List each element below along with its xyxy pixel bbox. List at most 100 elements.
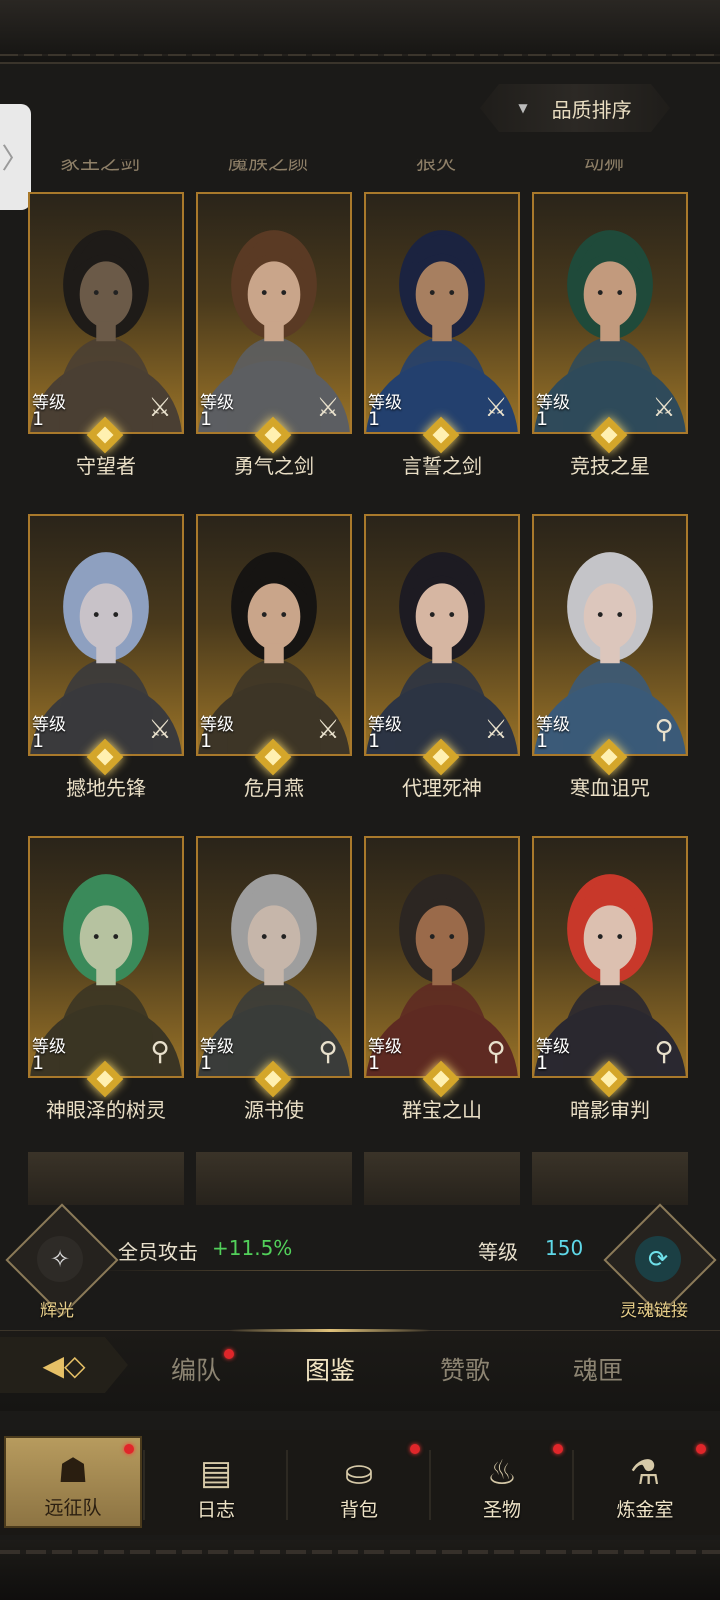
level-value: 1 (200, 730, 213, 752)
nav-separator (572, 1450, 574, 1520)
nav-separator (429, 1450, 431, 1520)
hero-name: 代理死神 (402, 776, 482, 800)
hero-name: 言誓之剑 (402, 454, 482, 478)
hero-card[interactable]: 等级 1 ⚲ 神眼泽的树灵 (28, 836, 184, 1134)
notification-dot (410, 1444, 420, 1454)
nav-label: 日志 (196, 1499, 235, 1521)
nav-label: 圣物 (482, 1499, 521, 1521)
hero-card[interactable]: 等级 1 ⚲ 群宝之山 (364, 836, 520, 1134)
hero-card[interactable]: 等级 1 ⚔ 危月燕 (196, 514, 352, 812)
level-value: 1 (536, 730, 549, 752)
bottom-nav: ☗ 远征队 ▤ 日志 ⛀ 背包 ♨ 圣物 ⚗ 炼金室 (0, 1430, 720, 1535)
hero-portrait-partial[interactable] (364, 1152, 520, 1205)
back-button[interactable]: ◀◇ (0, 1337, 128, 1393)
staff-icon: ⚲ (654, 1037, 674, 1067)
hero-portrait-partial[interactable] (28, 1152, 184, 1205)
nav-separator (286, 1450, 288, 1520)
nav-label: 炼金室 (616, 1499, 674, 1521)
sword-icon: ⚔ (652, 393, 676, 423)
staff-icon: ⚲ (318, 1037, 338, 1067)
collection-stat-bar: ✧ 辉光 全员攻击 +11.5% 等级 150 ⟳ 灵魂链接 (0, 1203, 720, 1321)
hero-card[interactable]: 等级 1 ⚔ 代理死神 (364, 514, 520, 812)
bottom-frame (0, 1540, 720, 1600)
nav-item-map[interactable]: ▤ 日志 (147, 1436, 285, 1528)
hero-name: 勇气之剑 (234, 454, 314, 478)
hero-card[interactable]: 等级 1 ⚔ 撼地先锋 (28, 514, 184, 812)
nav-item-alchemy[interactable]: ⚗ 炼金室 (576, 1436, 714, 1528)
staff-icon: ⚲ (654, 715, 674, 745)
notification-dot (224, 1349, 234, 1359)
hero-name: 撼地先锋 (66, 776, 146, 800)
notification-dot (696, 1444, 706, 1454)
hero-portrait-partial[interactable] (196, 1152, 352, 1205)
nav-label: 背包 (339, 1499, 378, 1521)
level-value: 1 (368, 1052, 381, 1074)
radiance-label: 辉光 (40, 1301, 74, 1321)
level-value: 1 (536, 1052, 549, 1074)
sort-label: 品质排序 (551, 97, 632, 122)
divider (90, 1270, 630, 1271)
hero-card[interactable]: 等级 1 ⚲ 源书使 (196, 836, 352, 1134)
hero-card[interactable]: 等级 1 ⚔ 勇气之剑 (196, 192, 352, 490)
sword-icon: ⚔ (148, 393, 172, 423)
hero-name: 神眼泽的树灵 (46, 1098, 166, 1122)
map-icon: ▤ (199, 1453, 233, 1493)
hero-name: 守望者 (76, 454, 136, 478)
tab-codex[interactable]: 图鉴 (280, 1351, 380, 1387)
tab-hymn[interactable]: 赞歌 (415, 1351, 515, 1387)
level-value: 1 (32, 1052, 45, 1074)
hero-card[interactable]: 等级 1 ⚔ 竞技之星 (532, 192, 688, 490)
staff-icon: ⚲ (150, 1037, 170, 1067)
level-value: 1 (368, 408, 381, 430)
sort-button[interactable]: ▼ 品质排序 (480, 84, 670, 132)
hero-portrait-partial[interactable] (532, 1152, 688, 1205)
sub-tab-bar: ◀◇ 编队 图鉴 赞歌 魂匣 (0, 1329, 720, 1411)
tab-soul-box[interactable]: 魂匣 (548, 1351, 648, 1387)
nav-item-backpack[interactable]: ⛀ 背包 (290, 1436, 428, 1528)
total-level-value: 150 (545, 1236, 584, 1260)
nav-separator (143, 1450, 145, 1520)
sword-icon: ⚔ (484, 715, 508, 745)
backpack-icon: ⛀ (344, 1453, 374, 1493)
hero-card[interactable]: 等级 1 ⚔ 言誓之剑 (364, 192, 520, 490)
helmet-icon: ☗ (57, 1451, 89, 1491)
ghost-name: 狼灭 (416, 150, 456, 174)
ghost-name: 动狮 (584, 150, 624, 174)
alchemy-icon: ⚗ (629, 1453, 661, 1493)
level-value: 1 (32, 408, 45, 430)
soul-link-label: 灵魂链接 (620, 1301, 688, 1321)
hero-name: 群宝之山 (402, 1098, 482, 1122)
attack-bonus-label: 全员攻击 (118, 1240, 198, 1264)
staff-icon: ⚲ (486, 1037, 506, 1067)
notification-dot (553, 1444, 563, 1454)
sword-icon: ⚔ (316, 715, 340, 745)
sword-icon: ⚔ (148, 715, 172, 745)
total-level-label: 等级 (478, 1240, 518, 1264)
sword-icon: ⚔ (484, 393, 508, 423)
nav-item-torch[interactable]: ♨ 圣物 (433, 1436, 571, 1528)
dropdown-triangle-icon: ▼ (518, 101, 528, 115)
attack-bonus-value: +11.5% (212, 1236, 293, 1260)
level-value: 1 (536, 408, 549, 430)
nav-item-helmet[interactable]: ☗ 远征队 (4, 1436, 142, 1528)
hero-name: 竞技之星 (570, 454, 650, 478)
compass-icon: ✧ (37, 1236, 83, 1282)
level-value: 1 (32, 730, 45, 752)
soul-link-icon: ⟳ (635, 1236, 681, 1282)
notification-dot (124, 1444, 134, 1454)
sword-icon: ⚔ (316, 393, 340, 423)
hero-name: 源书使 (244, 1098, 304, 1122)
top-frame (0, 0, 720, 64)
ghost-name: 魔族之颜 (228, 150, 308, 174)
torch-icon: ♨ (486, 1453, 518, 1493)
hero-card[interactable]: 等级 1 ⚔ 守望者 (28, 192, 184, 490)
level-value: 1 (200, 408, 213, 430)
arrow-left-icon: ◀◇ (42, 1348, 86, 1382)
hero-card[interactable]: 等级 1 ⚲ 寒血诅咒 (532, 514, 688, 812)
level-value: 1 (368, 730, 381, 752)
level-value: 1 (200, 1052, 213, 1074)
hero-card[interactable]: 等级 1 ⚲ 暗影审判 (532, 836, 688, 1134)
nav-label: 远征队 (44, 1497, 102, 1519)
hero-name: 寒血诅咒 (570, 776, 650, 800)
hero-name: 暗影审判 (570, 1098, 650, 1122)
